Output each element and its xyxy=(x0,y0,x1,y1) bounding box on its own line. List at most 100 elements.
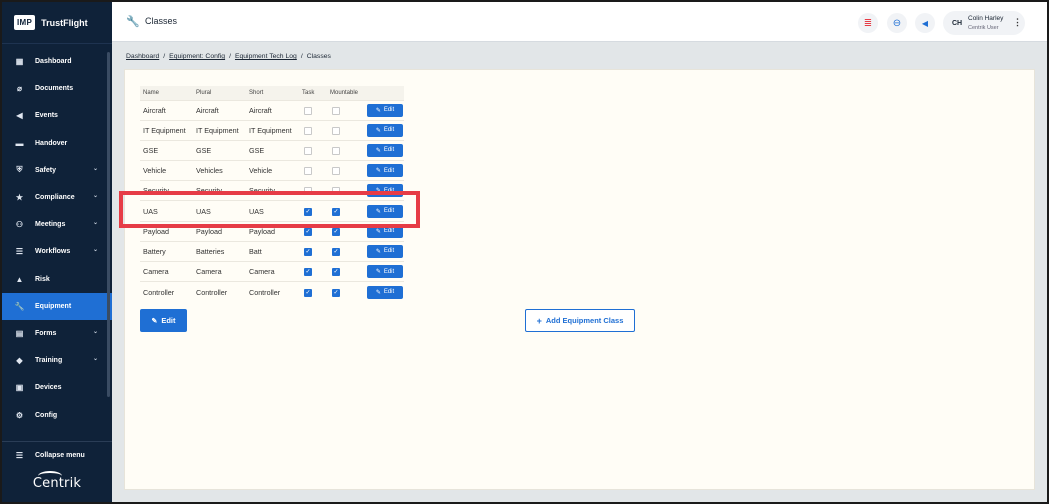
risk-icon: ▲ xyxy=(15,274,24,284)
task-checkbox[interactable]: ✓ xyxy=(304,288,312,297)
task-checkbox[interactable] xyxy=(304,147,312,156)
user-menu[interactable]: CH Colin Harley Centrik User ⋮ xyxy=(943,11,1025,35)
mountable-checkbox[interactable] xyxy=(332,167,340,176)
wrench-icon: 🔧 xyxy=(14,301,25,311)
sidebar-item-compliance[interactable]: ★ Compliance ⌄ xyxy=(2,184,112,211)
column-header-mountable: Mountable xyxy=(327,86,364,100)
sidebar-item-workflows[interactable]: ☰ Workflows ⌄ xyxy=(2,238,112,265)
table-row: Controller Controller Controller ✓ ✓ ✎ Edit xyxy=(140,281,404,302)
sidebar-item-safety[interactable]: ⛨ Safety ⌄ xyxy=(2,157,112,184)
sidebar-item-label: Risk xyxy=(35,275,50,283)
sidebar-item-label: Compliance xyxy=(35,194,75,202)
edit-row-button[interactable]: ✎ Edit xyxy=(367,103,403,117)
edit-icon: ✎ xyxy=(375,269,381,276)
top-header: 🔧 Classes ≣ ⊖ ◀ CH Colin Harley Centrik … xyxy=(112,2,1047,42)
edit-row-button[interactable]: ✎ Edit xyxy=(367,224,403,238)
cell-mountable: ✓ xyxy=(327,220,364,242)
mountable-checkbox[interactable] xyxy=(332,147,340,156)
sidebar-item-documents[interactable]: ⌀ Documents xyxy=(2,75,112,102)
cell-plural: UAS xyxy=(193,200,246,222)
kebab-menu-icon[interactable]: ⋮ xyxy=(1013,17,1022,28)
task-checkbox[interactable]: ✓ xyxy=(304,227,312,236)
table-row: Payload Payload Payload ✓ ✓ ✎ Edit xyxy=(140,220,404,242)
breadcrumb-equipment-tech-log[interactable]: Equipment Tech Log xyxy=(235,53,297,60)
edit-row-button[interactable]: ✎ Edit xyxy=(367,123,403,137)
mountable-checkbox[interactable]: ✓ xyxy=(332,227,340,236)
sidebar-item-label: Handover xyxy=(35,139,68,147)
chevron-down-icon: ⌄ xyxy=(92,220,98,227)
task-checkbox[interactable]: ✓ xyxy=(304,268,312,277)
task-checkbox[interactable]: ✓ xyxy=(304,207,312,216)
edit-row-button[interactable]: ✎ Edit xyxy=(367,265,403,279)
edit-all-label: Edit xyxy=(161,316,176,325)
edit-row-label: Edit xyxy=(383,147,395,154)
announcements-button[interactable]: ◀ xyxy=(915,13,935,33)
breadcrumb-dashboard[interactable]: Dashboard xyxy=(126,53,159,60)
chevron-down-icon: ⌄ xyxy=(92,165,98,172)
edit-icon: ✎ xyxy=(375,289,381,296)
table-row: Vehicle Vehicles Vehicle ✎ Edit xyxy=(140,160,404,181)
collapse-menu-button[interactable]: ☰ Collapse menu xyxy=(2,441,112,468)
brand-logo: IMP xyxy=(14,15,36,30)
avatar: CH xyxy=(951,19,963,27)
cell-plural: Controller xyxy=(193,281,246,302)
sidebar-item-label: Events xyxy=(35,112,58,120)
mountable-checkbox[interactable] xyxy=(332,106,340,115)
mountable-checkbox[interactable] xyxy=(332,126,340,135)
table-row: Camera Camera Camera ✓ ✓ ✎ Edit xyxy=(140,260,404,282)
cell-name: Payload xyxy=(140,220,193,242)
sidebar-item-config[interactable]: ⚙ Config xyxy=(2,401,112,428)
sidebar-item-devices[interactable]: ▣ Devices xyxy=(2,374,112,401)
sidebar-item-equipment[interactable]: 🔧 Equipment xyxy=(2,292,112,320)
column-header-task: Task xyxy=(299,86,327,100)
database-button[interactable]: ≣ xyxy=(858,13,878,33)
user-role: Centrik User xyxy=(968,25,999,31)
mountable-checkbox[interactable] xyxy=(332,187,340,196)
mountable-checkbox[interactable]: ✓ xyxy=(332,207,340,216)
cell-mountable xyxy=(327,160,364,181)
edit-icon: ✎ xyxy=(375,107,381,114)
mountable-checkbox[interactable]: ✓ xyxy=(332,288,340,297)
edit-row-button[interactable]: ✎ Edit xyxy=(367,244,403,258)
sidebar-item-label: Devices xyxy=(35,384,62,392)
chevron-down-icon: ⌄ xyxy=(92,192,98,199)
mountable-checkbox[interactable]: ✓ xyxy=(332,268,340,277)
cell-actions: ✎ Edit xyxy=(364,220,404,242)
sidebar-item-training[interactable]: ◆ Training ⌄ xyxy=(2,347,112,374)
edit-row-button[interactable]: ✎ Edit xyxy=(367,204,403,218)
task-checkbox[interactable] xyxy=(304,106,312,115)
edit-row-label: Edit xyxy=(383,248,395,255)
add-equipment-class-button[interactable]: + Add Equipment Class xyxy=(525,309,635,332)
chevron-down-icon: ⌄ xyxy=(92,328,98,335)
sidebar-item-forms[interactable]: ▤ Forms ⌄ xyxy=(2,320,112,347)
edit-row-button[interactable]: ✎ Edit xyxy=(367,143,403,157)
table-body: Aircraft Aircraft Aircraft ✎ Edit IT Equipmen… xyxy=(140,99,404,302)
sidebar-scrollbar[interactable] xyxy=(107,52,110,397)
sidebar-item-handover[interactable]: ▬ Handover xyxy=(2,130,112,157)
task-checkbox[interactable] xyxy=(304,167,312,176)
sidebar-item-label: Safety xyxy=(35,166,57,174)
cell-task: ✓ xyxy=(299,240,327,262)
edit-row-button[interactable]: ✎ Edit xyxy=(367,164,403,178)
sidebar-item-events[interactable]: ◀ Events xyxy=(2,102,112,129)
sidebar-item-risk[interactable]: ▲ Risk xyxy=(2,266,112,293)
brand[interactable]: IMP TrustFlight xyxy=(2,2,112,44)
task-checkbox[interactable] xyxy=(304,187,312,196)
user-name: Colin Harley xyxy=(968,15,1004,22)
cell-mountable: ✓ xyxy=(327,260,364,282)
link-button[interactable]: ⊖ xyxy=(887,13,907,33)
sidebar-item-dashboard[interactable]: ▦ Dashboard xyxy=(2,48,112,75)
edit-all-button[interactable]: ✎ Edit xyxy=(140,309,187,332)
task-checkbox[interactable]: ✓ xyxy=(304,247,312,256)
table-row: IT Equipment IT Equipment IT Equipment ✎ Edi… xyxy=(140,119,404,141)
edit-row-button[interactable]: ✎ Edit xyxy=(367,285,403,299)
sidebar-item-meetings[interactable]: ⚇ Meetings ⌄ xyxy=(2,211,112,238)
breadcrumb-equipment-config[interactable]: Equipment: Config xyxy=(169,53,225,60)
edit-icon: ✎ xyxy=(375,127,381,134)
edit-icon: ✎ xyxy=(375,188,381,195)
edit-row-button[interactable]: ✎ Edit xyxy=(367,184,403,198)
cell-short: Security xyxy=(246,180,299,201)
column-header-short: Short xyxy=(246,86,299,100)
task-checkbox[interactable] xyxy=(304,126,312,135)
mountable-checkbox[interactable]: ✓ xyxy=(332,247,340,256)
